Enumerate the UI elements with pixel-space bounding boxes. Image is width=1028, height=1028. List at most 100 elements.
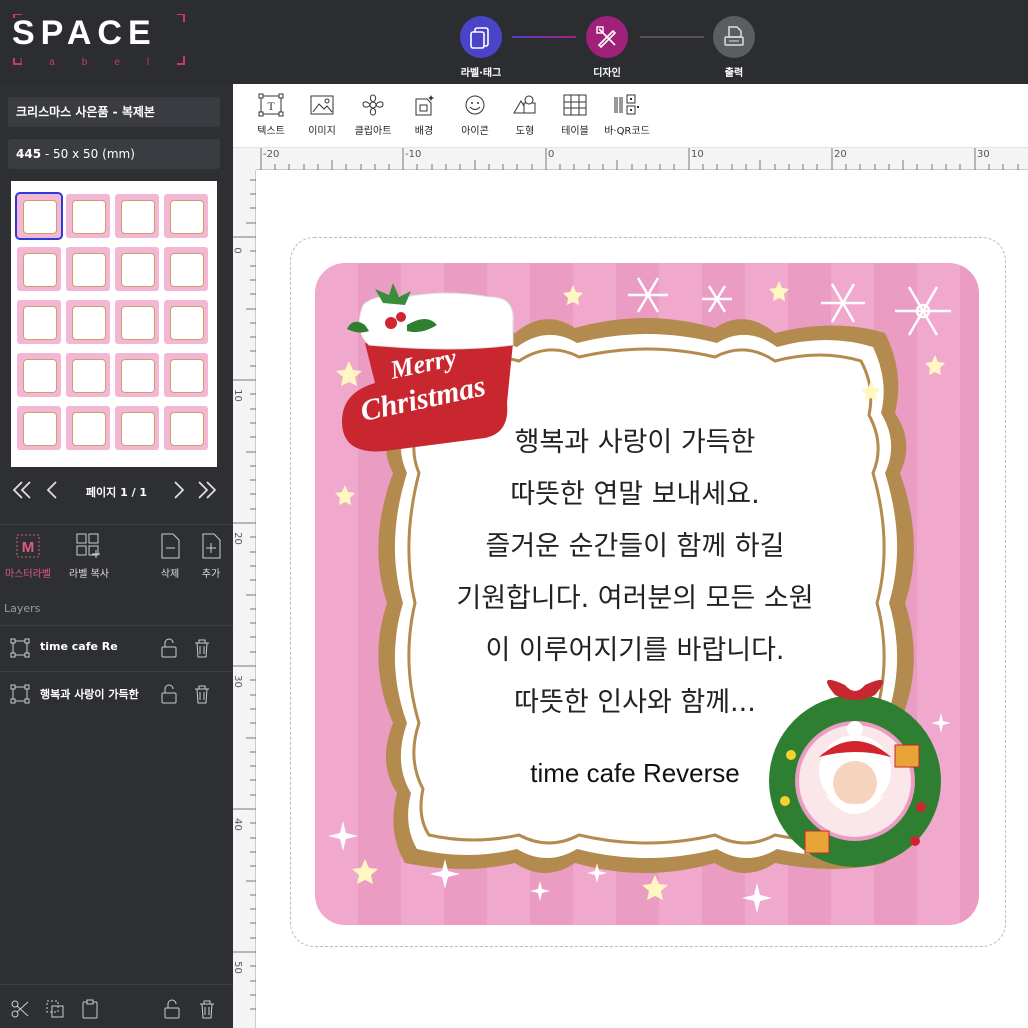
message-line[interactable]: 기원합니다. 여러분의 모든 소원 — [400, 576, 870, 615]
message-line[interactable]: 이 이루어지기를 바랍니다. — [400, 628, 870, 667]
svg-text:T: T — [267, 99, 275, 113]
tool-label: 도형 — [515, 126, 535, 137]
layer-name: time cafe Re — [40, 640, 118, 653]
step-print[interactable]: 출력 — [694, 16, 774, 79]
project-name[interactable]: 크리스마스 사은품 - 복제본 — [8, 97, 220, 127]
ruler-label: 10 — [691, 149, 704, 160]
design-tools-icon — [586, 16, 628, 58]
layers-title: Layers — [4, 602, 41, 615]
ruler-ticks — [233, 179, 256, 1010]
left-panel: 크리스마스 사은품 - 복제본 445 - 50 x 50 (mm) 페이지 1… — [0, 84, 233, 1028]
horizontal-ruler[interactable]: -20 -10 0 10 20 30 — [256, 148, 1028, 170]
tool-label: 아이콘 — [461, 126, 489, 137]
label-thumbnail[interactable] — [164, 406, 208, 450]
trash-icon[interactable] — [193, 684, 211, 704]
size-text: 50 x 50 (mm) — [53, 147, 135, 161]
trash-icon[interactable] — [198, 999, 216, 1019]
label-thumbnail[interactable] — [164, 194, 208, 238]
clipart-tool-button[interactable]: 클립아트 — [345, 92, 401, 137]
logo-subtext: label — [20, 57, 177, 68]
label-thumbnail[interactable] — [115, 194, 159, 238]
message-line[interactable]: 행복과 사랑이 가득한 — [400, 420, 870, 459]
step-label: 출력 — [724, 68, 744, 79]
last-page-icon[interactable] — [197, 478, 217, 502]
vertical-ruler[interactable]: 0 10 20 30 40 50 — [231, 170, 256, 1028]
label-thumbnail[interactable] — [164, 247, 208, 291]
label-thumbnail[interactable] — [17, 406, 61, 450]
ruler-label: 20 — [231, 532, 243, 545]
tag-icon — [460, 16, 502, 58]
app-window: SPACE label 라벨·태그 디자인 출력 크리스마스 사은품 - 복제본 — [0, 0, 1028, 1028]
text-tool-button[interactable]: T 텍스트 — [243, 92, 299, 137]
label-thumbnail[interactable] — [17, 300, 61, 344]
step-design[interactable]: 디자인 — [567, 16, 647, 79]
layer-item[interactable]: 행복과 사랑이 가득한 — [0, 671, 233, 715]
label-tools: M 마스터라벨 라벨 복사 삭제 추가 — [0, 524, 233, 594]
label-thumbnail[interactable] — [164, 353, 208, 397]
ruler-label: 10 — [231, 389, 243, 402]
svg-text:M: M — [22, 539, 35, 556]
label-sheet-preview[interactable] — [11, 181, 217, 467]
ruler-label: 30 — [231, 675, 243, 688]
label-thumbnail[interactable] — [115, 300, 159, 344]
text-layer-icon — [10, 684, 30, 704]
tool-label: 마스터라벨 — [5, 569, 51, 580]
label-thumbnail[interactable] — [115, 353, 159, 397]
logo[interactable]: SPACE label — [12, 14, 187, 72]
image-tool-button[interactable]: 이미지 — [294, 92, 350, 137]
grid-plus-icon — [59, 531, 119, 561]
label-thumbnail[interactable] — [15, 192, 63, 240]
label-thumbnail[interactable] — [164, 300, 208, 344]
label-thumbnail[interactable] — [66, 247, 110, 291]
ruler-label: 20 — [834, 149, 847, 160]
step-label-tag[interactable]: 라벨·태그 — [441, 16, 521, 79]
next-page-icon[interactable] — [171, 478, 185, 502]
scissors-icon[interactable] — [10, 999, 30, 1019]
message-line[interactable]: 따뜻한 인사와 함께... — [400, 680, 870, 719]
shape-tool-button[interactable]: 도형 — [497, 92, 553, 137]
layer-item[interactable]: time cafe Re — [0, 625, 233, 669]
label-thumbnail[interactable] — [17, 247, 61, 291]
flower-icon — [345, 92, 401, 118]
icon-tool-button[interactable]: 아이콘 — [447, 92, 503, 137]
label-thumbnail[interactable] — [115, 247, 159, 291]
ruler-label: 0 — [231, 247, 243, 254]
top-bar: SPACE label 라벨·태그 디자인 출력 — [0, 0, 1028, 84]
logo-text: SPACE — [12, 14, 157, 52]
label-thumbnail[interactable] — [66, 194, 110, 238]
tool-label: 라벨 복사 — [69, 569, 109, 580]
label-thumbnail[interactable] — [66, 406, 110, 450]
background-tool-button[interactable]: 배경 — [396, 92, 452, 137]
signature-text[interactable]: time cafe Reverse — [470, 758, 800, 789]
label-size: 445 - 50 x 50 (mm) — [8, 139, 220, 169]
bottom-tools — [0, 984, 233, 1028]
tool-label: 배경 — [414, 126, 434, 137]
label-thumbnail[interactable] — [115, 406, 159, 450]
text-layer-icon — [10, 638, 30, 658]
unlock-icon[interactable] — [160, 684, 178, 704]
ruler-label: 50 — [231, 961, 243, 974]
master-label-button[interactable]: M 마스터라벨 — [0, 531, 58, 580]
ruler-corner — [233, 148, 256, 170]
table-tool-button[interactable]: 테이블 — [547, 92, 603, 137]
paste-icon[interactable] — [80, 999, 100, 1019]
step-label: 디자인 — [593, 68, 621, 79]
barcode-tool-button[interactable]: 바·QR코드 — [599, 92, 655, 137]
label-thumbnail[interactable] — [66, 353, 110, 397]
barcode-icon — [599, 92, 655, 118]
trash-icon[interactable] — [193, 638, 211, 658]
ruler-label: 40 — [231, 818, 243, 831]
label-thumbnail[interactable] — [66, 300, 110, 344]
ruler-label: -20 — [263, 149, 280, 160]
smiley-icon — [447, 92, 503, 118]
ruler-ticks — [260, 148, 1019, 170]
master-icon: M — [0, 531, 58, 561]
message-line[interactable]: 따뜻한 연말 보내세요. — [400, 472, 870, 511]
copy-icon[interactable] — [45, 999, 65, 1019]
printer-icon — [713, 16, 755, 58]
unlock-icon[interactable] — [163, 999, 181, 1019]
unlock-icon[interactable] — [160, 638, 178, 658]
copy-label-button[interactable]: 라벨 복사 — [59, 531, 119, 580]
label-thumbnail[interactable] — [17, 353, 61, 397]
message-line[interactable]: 즐거운 순간들이 함께 하길 — [400, 524, 870, 563]
